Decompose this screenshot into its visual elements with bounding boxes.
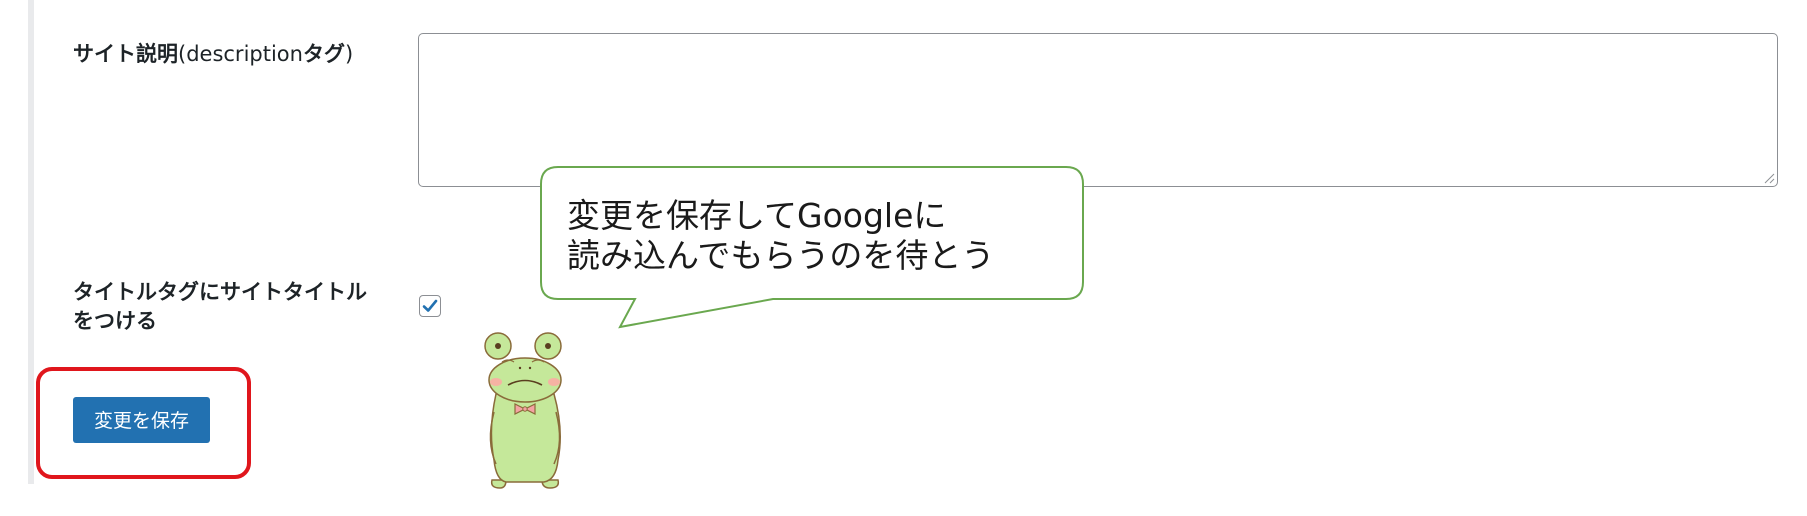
resize-grip-icon[interactable]	[1763, 172, 1775, 184]
save-changes-button[interactable]: 変更を保存	[73, 397, 210, 443]
description-label: サイト説明(descriptionタグ)	[73, 42, 354, 66]
description-textarea[interactable]	[418, 33, 1778, 187]
section-left-border	[28, 0, 34, 484]
title-tag-label: タイトルタグにサイトタイトル をつける	[73, 280, 367, 333]
frog-mascot-illustration	[484, 332, 562, 489]
speech-bubble-text: 変更を保存してGoogleに 読み込んでもらうのを待とう	[567, 196, 995, 275]
title-tag-checkbox[interactable]	[419, 295, 441, 317]
checkmark-icon	[422, 299, 438, 312]
